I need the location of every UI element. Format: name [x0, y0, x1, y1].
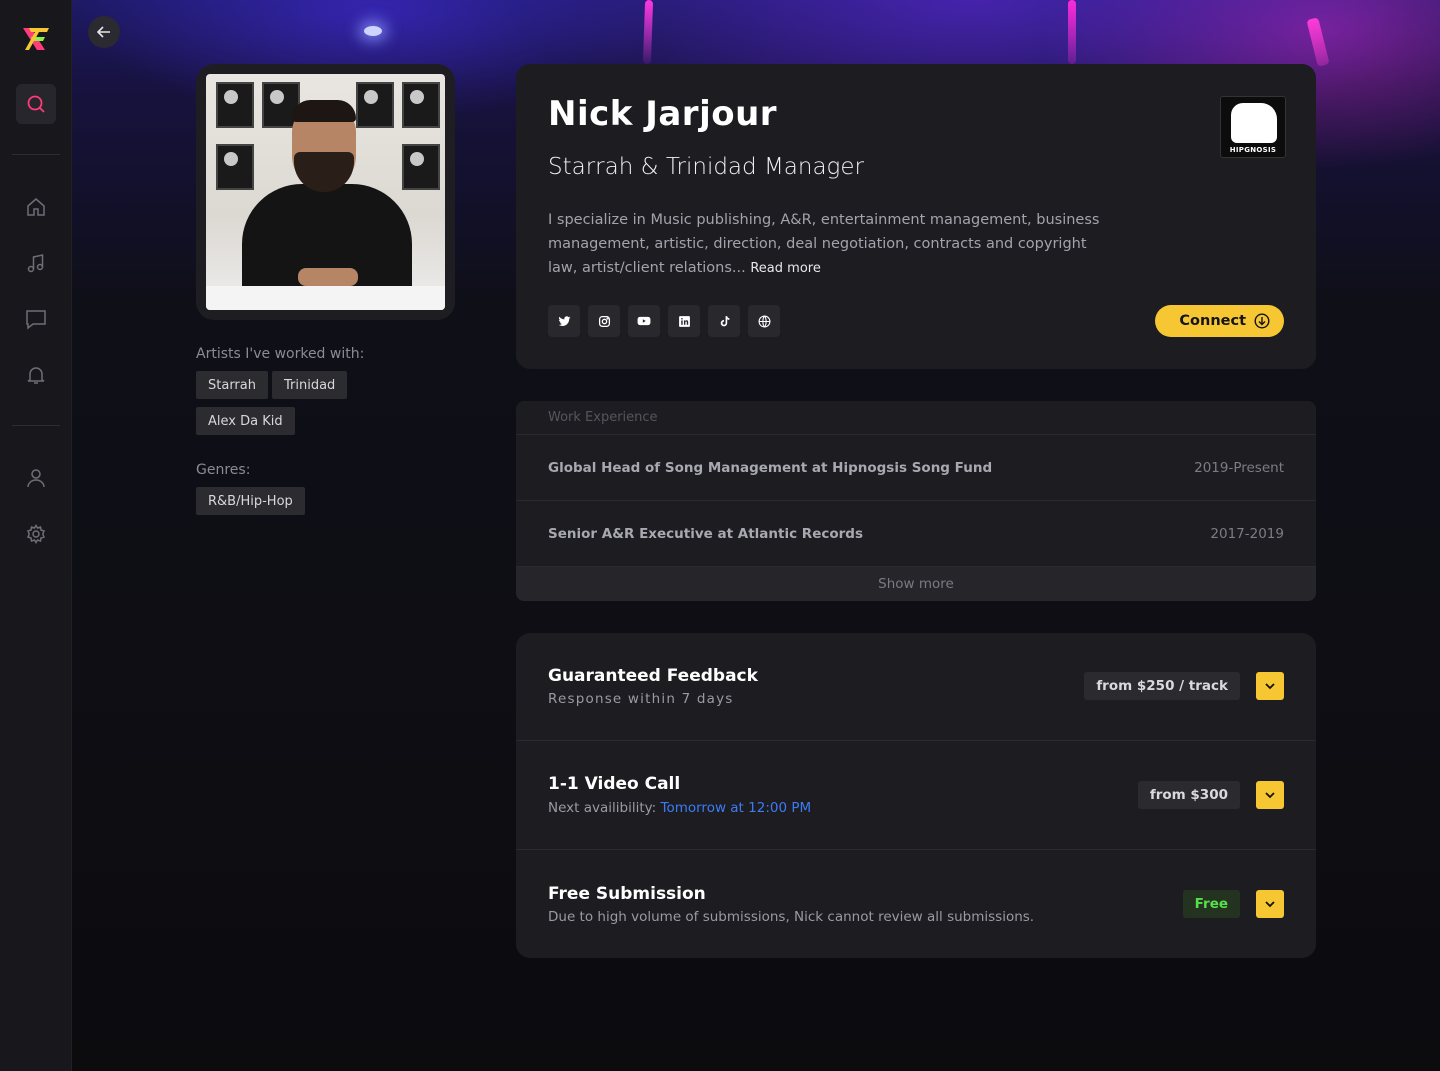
- sidebar-divider: [11, 425, 60, 426]
- service-item: Guaranteed Feedback Response within 7 da…: [516, 633, 1316, 741]
- service-title: Guaranteed Feedback: [548, 666, 758, 686]
- sidebar-item-messages[interactable]: [16, 299, 56, 339]
- search-icon: [27, 95, 45, 113]
- service-price: from $300: [1137, 781, 1240, 809]
- profile-photo-frame: [196, 64, 455, 320]
- profile-bio-text: I specialize in Music publishing, A&R, e…: [548, 212, 1100, 276]
- youtube-link[interactable]: [628, 305, 660, 337]
- services-card: Guaranteed Feedback Response within 7 da…: [516, 633, 1316, 958]
- sidebar-item-home[interactable]: [16, 187, 56, 227]
- youtube-icon: [637, 316, 651, 326]
- service-title: 1-1 Video Call: [548, 774, 681, 794]
- sidebar-item-search[interactable]: [15, 84, 56, 124]
- work-years: 2019-Present: [1194, 459, 1284, 476]
- profile-role: Starrah & Trinidad Manager: [548, 154, 864, 180]
- social-links: [548, 305, 780, 337]
- tiktok-link[interactable]: [708, 305, 740, 337]
- wall-plaque: [216, 82, 254, 128]
- artist-chip[interactable]: Starrah: [196, 371, 268, 399]
- sidebar-divider: [11, 154, 60, 155]
- person-hair: [292, 100, 356, 122]
- profile-bio: I specialize in Music publishing, A&R, e…: [548, 208, 1108, 281]
- service-subtitle: Response within 7 days: [548, 691, 734, 707]
- linkedin-icon: [678, 315, 690, 327]
- home-icon: [26, 198, 45, 216]
- service-subtitle: Due to high volume of submissions, Nick …: [548, 909, 1035, 925]
- stage-spotlight: [364, 26, 382, 36]
- download-circle-icon: [1254, 313, 1270, 329]
- wall-plaque: [356, 82, 394, 128]
- service-subtitle: Next availibility: Tomorrow at 12:00 PM: [548, 800, 811, 816]
- sidebar-item-settings[interactable]: [16, 514, 56, 554]
- instagram-icon: [598, 315, 610, 327]
- gear-icon: [26, 524, 45, 544]
- expand-service-button[interactable]: [1256, 781, 1284, 809]
- website-link[interactable]: [748, 305, 780, 337]
- back-button[interactable]: [88, 16, 120, 48]
- company-logo-label: HIPGNOSIS: [1229, 146, 1277, 154]
- work-experience-header: Work Experience: [516, 401, 1316, 435]
- expand-service-button[interactable]: [1256, 672, 1284, 700]
- company-logo: HIPGNOSIS: [1220, 96, 1286, 158]
- profile-name: Nick Jarjour: [548, 94, 778, 134]
- artists-label: Artists I've worked with:: [196, 346, 365, 362]
- sidebar-item-music[interactable]: [16, 243, 56, 283]
- stage-light-beam: [1306, 17, 1330, 67]
- chevron-down-icon: [1265, 683, 1275, 690]
- work-title: Global Head of Song Management at Hipnog…: [548, 459, 993, 476]
- chevron-down-icon: [1265, 792, 1275, 799]
- app-logo-icon[interactable]: [21, 24, 51, 54]
- elephant-logo-icon: [1231, 103, 1277, 143]
- work-years: 2017-2019: [1210, 525, 1284, 542]
- expand-service-button[interactable]: [1256, 890, 1284, 918]
- profile-photo: [206, 74, 445, 310]
- stage-light-beam: [1068, 0, 1076, 64]
- service-item: Free Submission Due to high volume of su…: [516, 850, 1316, 958]
- twitter-link[interactable]: [548, 305, 580, 337]
- wall-plaque: [216, 144, 254, 190]
- connect-button[interactable]: Connect: [1155, 305, 1284, 337]
- twitter-icon: [558, 315, 570, 326]
- service-price: from $250 / track: [1084, 672, 1240, 700]
- service-title: Free Submission: [548, 884, 706, 904]
- artist-chip[interactable]: Alex Da Kid: [196, 407, 295, 435]
- table: [206, 286, 445, 310]
- profile-card: Nick Jarjour Starrah & Trinidad Manager …: [516, 64, 1316, 369]
- work-experience-card: Work Experience Global Head of Song Mana…: [516, 401, 1316, 601]
- tiktok-icon: [720, 315, 729, 326]
- sidebar-item-notifications[interactable]: [16, 355, 56, 395]
- sidebar-item-profile[interactable]: [16, 458, 56, 498]
- availability-label: Next availibility:: [548, 800, 661, 816]
- read-more-link[interactable]: Read more: [750, 261, 820, 276]
- person-hands: [298, 268, 358, 286]
- service-item: 1-1 Video Call Next availibility: Tomorr…: [516, 741, 1316, 850]
- bell-icon: [27, 367, 44, 384]
- availability-link[interactable]: Tomorrow at 12:00 PM: [661, 800, 812, 816]
- genres-label: Genres:: [196, 462, 251, 478]
- wall-plaque: [402, 144, 440, 190]
- linkedin-link[interactable]: [668, 305, 700, 337]
- connect-button-label: Connect: [1179, 313, 1246, 329]
- sidebar: [0, 0, 72, 1071]
- user-icon: [26, 469, 45, 488]
- arrow-left-icon: [97, 26, 110, 38]
- stage-light-beam: [642, 0, 654, 65]
- chat-icon: [25, 310, 46, 330]
- instagram-link[interactable]: [588, 305, 620, 337]
- globe-icon: [758, 315, 770, 327]
- music-note-icon: [27, 254, 43, 273]
- genre-chip[interactable]: R&B/Hip-Hop: [196, 487, 305, 515]
- service-price: Free: [1182, 890, 1240, 918]
- chevron-down-icon: [1265, 901, 1275, 908]
- work-title: Senior A&R Executive at Atlantic Records: [548, 525, 863, 542]
- show-more-button[interactable]: Show more: [516, 567, 1316, 601]
- work-experience-row: Global Head of Song Management at Hipnog…: [516, 435, 1316, 501]
- work-experience-row: Senior A&R Executive at Atlantic Records…: [516, 501, 1316, 567]
- artist-chip[interactable]: Trinidad: [272, 371, 348, 399]
- wall-plaque: [402, 82, 440, 128]
